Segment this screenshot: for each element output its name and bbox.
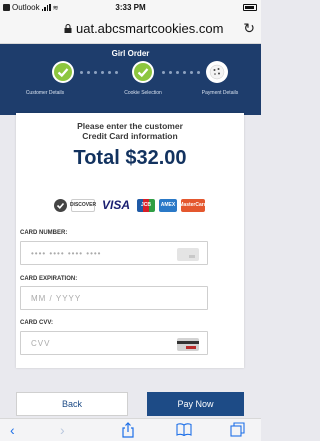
order-total: Total $32.00 (73, 147, 187, 169)
payment-prompt-line1: Please enter the customer (77, 121, 183, 131)
url-bar[interactable]: uat.abcsmartcookies.com ↻ (0, 16, 261, 43)
battery-icon (243, 4, 257, 11)
step-cookie-selection-check-icon (132, 61, 154, 83)
share-icon[interactable] (121, 422, 135, 438)
step-label-cookie-selection: Cookie Selection (124, 90, 162, 96)
reload-icon[interactable]: ↻ (243, 20, 255, 37)
step-connector (162, 71, 200, 74)
bookmarks-icon[interactable] (176, 423, 192, 436)
card-cvv-field[interactable]: CVV (20, 331, 208, 355)
step-label-payment-details: Payment Details (201, 90, 239, 96)
card-back-cvv-icon (177, 338, 199, 351)
back-arrow-icon[interactable]: ‹ (10, 423, 15, 437)
step-payment-cookie-icon (206, 61, 228, 83)
browser-toolbar: ‹ › (0, 418, 261, 441)
step-label-customer-details: Customer Details (25, 90, 65, 96)
step-customer-details-check-icon (52, 61, 74, 83)
card-expiration-field[interactable]: MM / YYYY (20, 286, 208, 310)
lock-icon (64, 24, 72, 33)
payment-prompt: Please enter the customer Credit Card in… (16, 121, 244, 141)
page-title: Girl Order (111, 49, 150, 58)
mastercard-logo: MasterCard (179, 198, 207, 212)
card-number-placeholder: •••• •••• •••• •••• (31, 249, 102, 258)
card-expiration-placeholder: MM / YYYY (31, 294, 82, 303)
shield-check-icon (54, 198, 67, 212)
payment-card: Please enter the customer Credit Card in… (16, 113, 244, 368)
order-header: Girl Order Customer Details Cookie Selec… (0, 44, 261, 115)
discover-logo: DISCOVER (70, 198, 96, 212)
status-time: 3:33 PM (115, 3, 146, 12)
visa-logo: VISA (101, 198, 130, 212)
browser-top-bar: Outlook ≋ 3:33 PM uat.abcsmartcookies.co… (0, 0, 261, 44)
card-number-field[interactable]: •••• •••• •••• •••• (20, 241, 208, 265)
card-cvv-placeholder: CVV (31, 339, 51, 348)
pay-now-button[interactable]: Pay Now (147, 392, 244, 416)
status-bar: Outlook ≋ 3:33 PM (0, 0, 261, 16)
card-number-label: CARD NUMBER: (20, 230, 68, 236)
accepted-cards: DISCOVER VISA JCB AMEX MasterCard (54, 197, 207, 213)
back-button[interactable]: Back (16, 392, 128, 416)
tabs-icon[interactable] (230, 422, 245, 437)
card-expiration-label: CARD EXPIRATION: (20, 276, 78, 282)
credit-card-icon (177, 248, 199, 261)
step-connector (80, 71, 118, 74)
card-cvv-label: CARD CVV: (20, 320, 54, 326)
forward-arrow-icon[interactable]: › (60, 423, 65, 437)
payment-prompt-line2: Credit Card information (82, 131, 178, 141)
url-text[interactable]: uat.abcsmartcookies.com (76, 21, 223, 36)
jcb-logo: JCB (137, 198, 155, 212)
amex-logo: AMEX (159, 198, 177, 212)
